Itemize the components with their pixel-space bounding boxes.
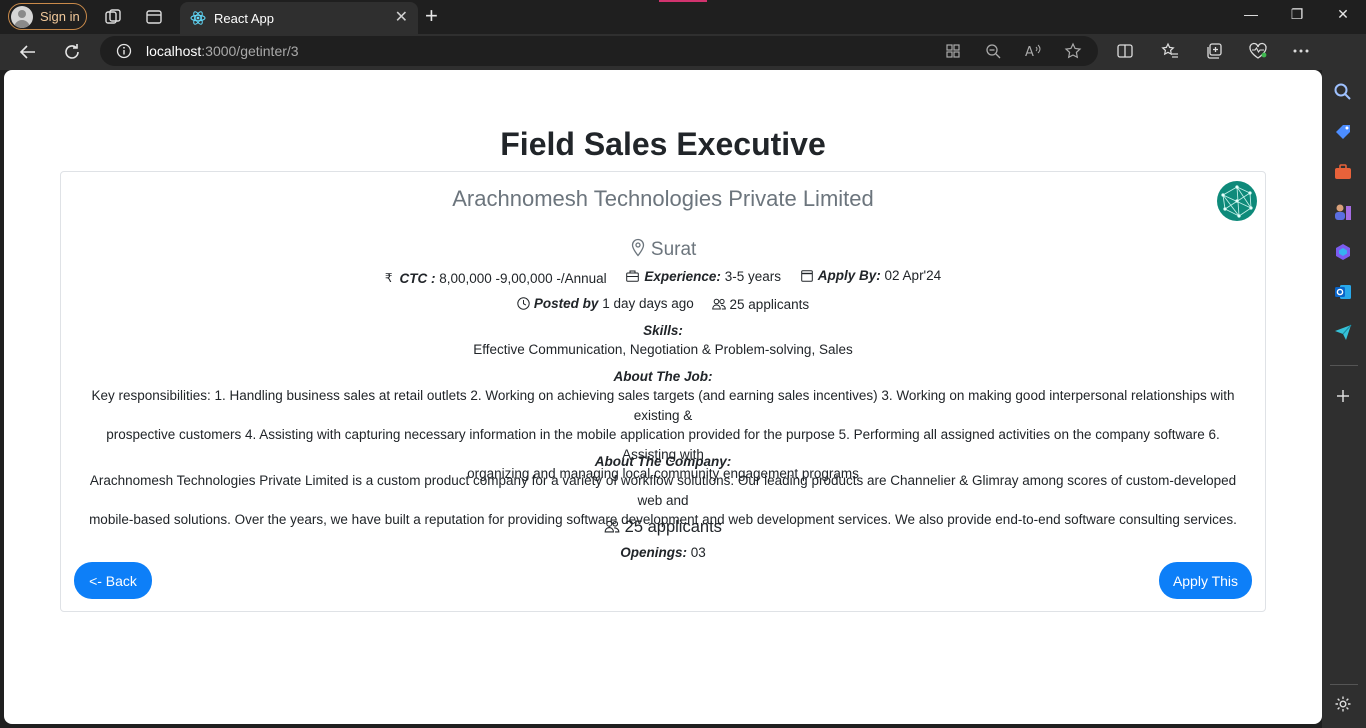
experience-label: Experience:	[644, 268, 721, 284]
read-aloud-icon[interactable]: A	[1023, 41, 1043, 61]
new-tab-plus-icon[interactable]: +	[425, 5, 438, 27]
ctc-group: ₹ CTC : 8,00,000 -9,00,000 -/Annual	[385, 271, 607, 286]
close-tab-icon[interactable]: ✕	[395, 10, 408, 26]
svg-text:A: A	[1025, 45, 1034, 59]
rupee-icon: ₹	[384, 271, 393, 285]
info-icon[interactable]	[116, 43, 132, 59]
workspaces-icon[interactable]	[103, 7, 123, 27]
people-icon	[711, 298, 726, 310]
applicants-group: 25 applicants	[711, 296, 810, 312]
people-icon	[604, 520, 620, 533]
browser-essentials-icon[interactable]	[1248, 41, 1268, 61]
apply-by-label: Apply By:	[817, 268, 881, 283]
about-job-heading: About The Job:	[613, 369, 713, 384]
split-screen-icon[interactable]	[1115, 41, 1135, 61]
job-title: Field Sales Executive	[500, 126, 826, 162]
sign-in-label: Sign in	[40, 9, 80, 24]
react-logo-icon	[190, 11, 206, 25]
refresh-icon[interactable]	[61, 41, 83, 63]
games-icon[interactable]	[1333, 202, 1353, 222]
sidebar-settings-gear-icon[interactable]	[1333, 694, 1353, 714]
experience-value: 3-5 years	[724, 268, 781, 284]
openings-value: 03	[690, 545, 706, 560]
openings-row: Openings: 03	[61, 545, 1265, 560]
profile-avatar-icon	[11, 5, 33, 28]
tools-briefcase-icon[interactable]	[1333, 162, 1353, 182]
openings-label: Openings:	[620, 545, 687, 560]
applicants-footer-count: 25 applicants	[624, 518, 722, 536]
more-options-icon[interactable]	[1291, 41, 1311, 61]
about-company-line: Arachnomesh Technologies Private Limited…	[89, 473, 1237, 508]
apply-button[interactable]: Apply This	[1159, 562, 1252, 599]
favorite-star-icon[interactable]	[1063, 41, 1083, 61]
job-location: Surat	[61, 238, 1265, 261]
applicants-footer: 25 applicants	[61, 518, 1265, 537]
search-icon[interactable]	[1333, 82, 1353, 102]
job-detail-card: Arachnomesh Technologies Private Limited	[60, 171, 1266, 612]
about-job-line: Key responsibilities: 1. Handling busine…	[91, 388, 1235, 423]
skills-heading: Skills:	[643, 323, 683, 338]
favorites-icon[interactable]	[1160, 41, 1180, 61]
tab-actions-icon[interactable]	[144, 7, 164, 27]
browser-nav-bar: localhost:3000/getinter/3 A	[0, 34, 1366, 70]
apply-by-group: Apply By: 02 Apr'24	[800, 268, 942, 283]
outlook-icon[interactable]	[1333, 282, 1353, 302]
browser-sidebar	[1322, 34, 1366, 728]
posted-label: Posted by	[533, 296, 599, 311]
location-pin-icon	[631, 238, 644, 257]
posted-value: 1 day days ago	[602, 296, 694, 311]
back-button[interactable]: <- Back	[74, 562, 152, 599]
window-accent-strip	[659, 0, 707, 2]
shopping-tag-icon[interactable]	[1333, 122, 1353, 142]
browser-title-bar: Sign in React App ✕ + — ❐ ✕	[0, 0, 1366, 34]
close-window-icon[interactable]: ✕	[1331, 6, 1355, 23]
posted-group: Posted by 1 day days ago	[517, 296, 694, 311]
calendar-icon	[800, 270, 813, 282]
collections-icon[interactable]	[1204, 41, 1224, 61]
skills-list: Effective Communication, Negotiation & P…	[473, 342, 853, 357]
profile-sign-in-button[interactable]: Sign in	[8, 3, 87, 30]
apply-by-value: 02 Apr'24	[884, 268, 942, 283]
location-text: Surat	[650, 239, 697, 260]
about-company-heading: About The Company:	[594, 454, 732, 469]
microsoft-365-icon[interactable]	[1333, 242, 1353, 262]
clock-icon	[517, 297, 530, 310]
sidebar-divider	[1330, 365, 1358, 366]
url-path: :3000/getinter/3	[201, 43, 299, 59]
minimize-icon[interactable]: —	[1239, 6, 1263, 22]
ctc-value: 8,00,000 -9,00,000 -/Annual	[439, 270, 607, 286]
tab-react-app[interactable]: React App ✕	[180, 2, 418, 34]
drop-send-icon[interactable]	[1333, 322, 1353, 342]
applicants-count: 25 applicants	[729, 296, 810, 312]
company-logo	[1217, 181, 1257, 221]
briefcase-icon	[626, 270, 640, 282]
zoom-out-icon[interactable]	[983, 41, 1003, 61]
ctc-label: CTC :	[399, 270, 436, 286]
restore-icon[interactable]: ❐	[1285, 6, 1309, 23]
company-name: Arachnomesh Technologies Private Limited	[452, 186, 874, 211]
experience-group: Experience: 3-5 years	[626, 269, 781, 284]
sidebar-divider-bottom	[1330, 684, 1358, 685]
url-host: localhost	[146, 43, 202, 59]
page-viewport: Field Sales Executive Arachnomesh Techno…	[4, 70, 1322, 724]
add-sidebar-app-icon[interactable]	[1333, 386, 1353, 406]
app-available-icon[interactable]	[943, 41, 963, 61]
posted-row: Posted by 1 day days ago 25 applicants	[61, 296, 1265, 313]
tab-title: React App	[214, 10, 274, 26]
back-arrow-icon[interactable]	[17, 41, 39, 63]
job-meta-row: ₹ CTC : 8,00,000 -9,00,000 -/Annual Expe…	[61, 268, 1265, 286]
